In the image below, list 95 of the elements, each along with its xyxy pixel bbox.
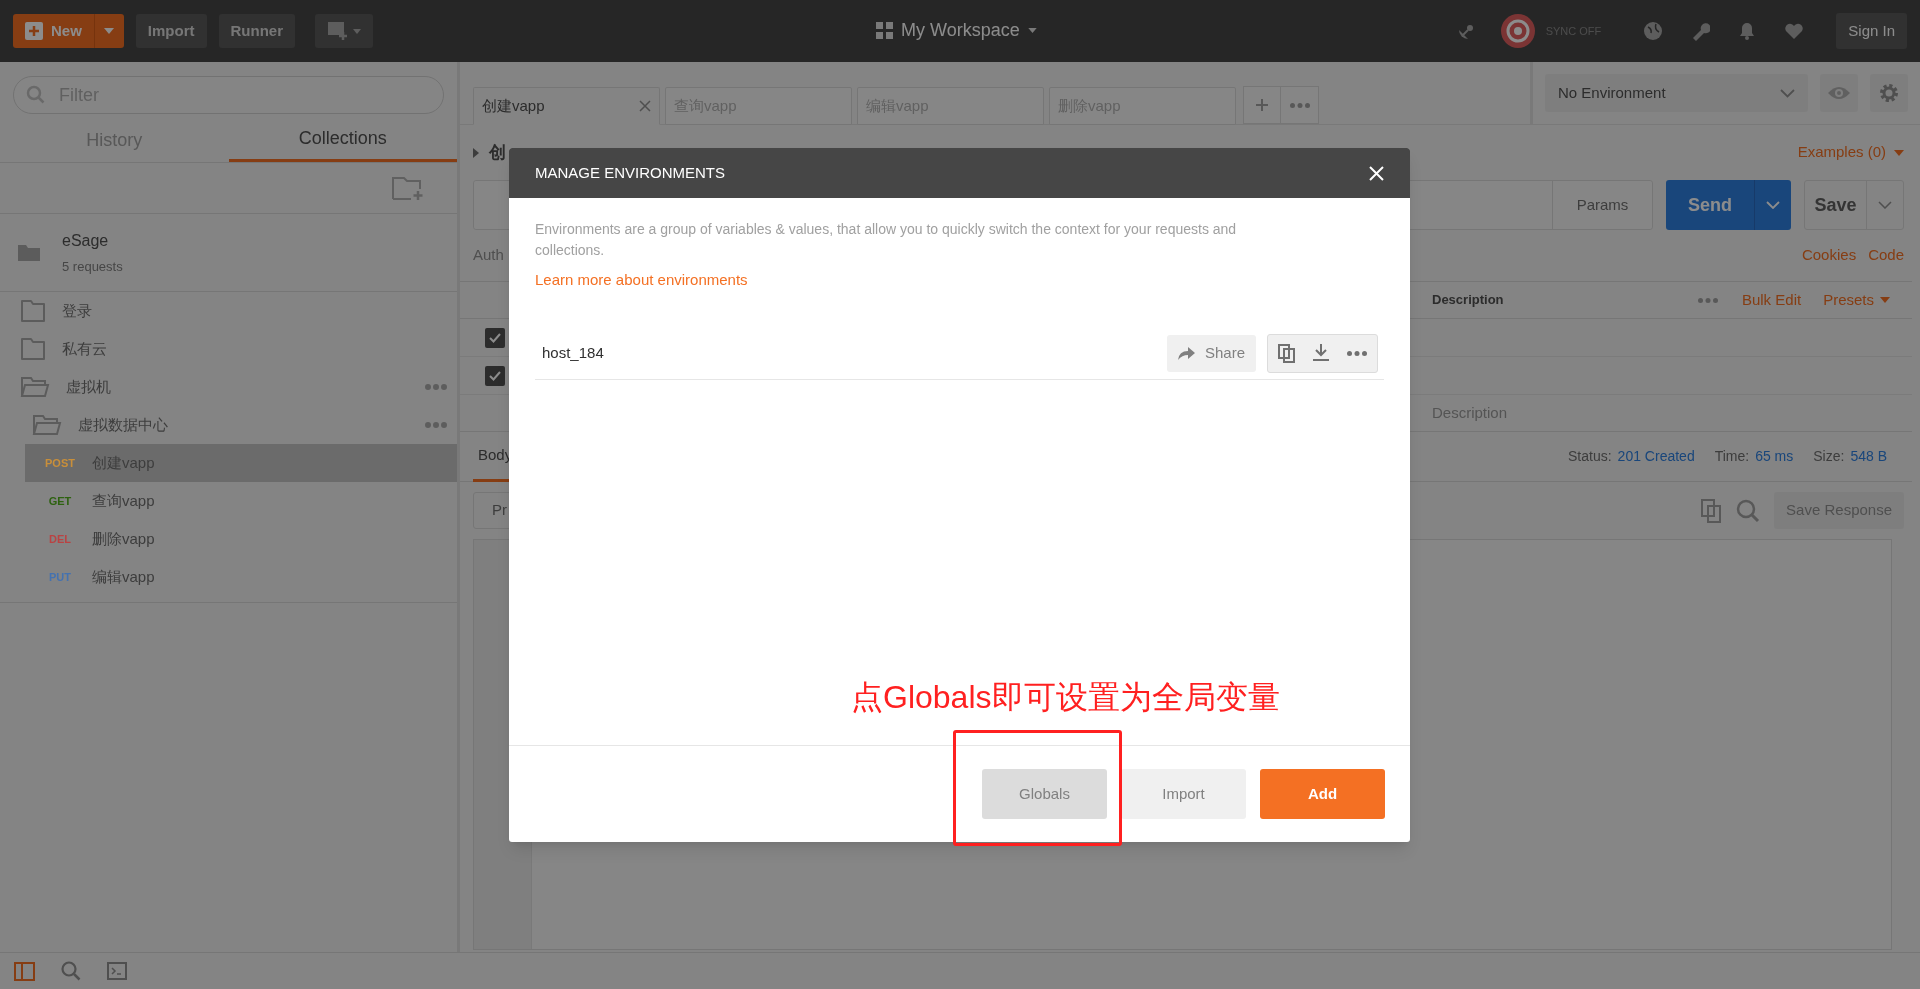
stat-label: Status:: [1568, 447, 1612, 466]
modal-button[interactable]: Add: [1260, 769, 1385, 819]
stat-value: 201 Created: [1617, 447, 1695, 466]
caret-icon: [1880, 297, 1890, 303]
caret-icon: [1027, 28, 1037, 33]
folder-row[interactable]: 虚拟机: [0, 368, 457, 406]
eye-icon: [1827, 86, 1851, 100]
header-link[interactable]: Cookies: [1801, 244, 1857, 267]
request-count: 5 requests: [62, 257, 123, 276]
check-icon: [489, 332, 501, 343]
environment-select[interactable]: No Environment: [1545, 74, 1808, 112]
method-label: DEL: [48, 531, 72, 547]
folder-name: 私有云: [62, 338, 108, 359]
globe-icon[interactable]: [1643, 21, 1664, 41]
folder-row[interactable]: 登录: [0, 292, 457, 330]
search-icon[interactable]: [61, 961, 81, 981]
save-button[interactable]: Save: [1804, 180, 1904, 230]
check-icon: [489, 370, 501, 381]
request-row[interactable]: PUT 编辑vapp: [25, 558, 457, 596]
toolbar-button[interactable]: Runner: [218, 14, 295, 48]
copy-icon[interactable]: [1701, 498, 1723, 523]
method-label: PUT: [48, 569, 72, 585]
search-icon: [26, 85, 46, 105]
new-folder-icon[interactable]: [392, 175, 424, 201]
sidebar-toggle-icon[interactable]: [14, 961, 35, 981]
stat-value: 65 ms: [1755, 447, 1794, 466]
request-name: 删除vapp: [92, 528, 155, 549]
method-label: GET: [47, 493, 73, 509]
grid-icon: [876, 22, 893, 39]
folder-row[interactable]: 私有云: [0, 330, 457, 368]
stat-value: 548 B: [1850, 447, 1887, 466]
learn-more-link[interactable]: Learn more about environments: [535, 269, 748, 292]
eye-button[interactable]: [1820, 74, 1858, 112]
modal-button[interactable]: Globals: [982, 769, 1107, 819]
sync-icon[interactable]: [1499, 13, 1536, 49]
console-icon[interactable]: [107, 962, 127, 980]
params-button[interactable]: Params: [1552, 181, 1652, 229]
settings-button[interactable]: [1870, 74, 1908, 112]
chevron-down-icon: [1878, 201, 1892, 209]
request-name: 查询vapp: [92, 490, 155, 511]
folder-icon: [18, 244, 40, 261]
folder-name: 虚拟机: [66, 376, 112, 397]
stat-label: Time:: [1714, 447, 1750, 466]
more-icon[interactable]: [1697, 297, 1718, 303]
request-tab[interactable]: 创建vapp: [473, 87, 660, 125]
request-row[interactable]: DEL 删除vapp: [25, 520, 457, 558]
environment-row[interactable]: host_184 Share: [535, 327, 1384, 380]
plus-icon: [25, 22, 43, 40]
column-header: Description: [1431, 291, 1505, 310]
environment-name: host_184: [542, 342, 604, 363]
copy-icon[interactable]: [1278, 343, 1295, 363]
toolbar-button[interactable]: Import: [135, 14, 207, 48]
stat-label: Size:: [1813, 447, 1845, 466]
method-label: POST: [44, 455, 76, 471]
modal-description: Environments are a group of variables & values, that allow you to quickly switch the context for your requests and collections.: [535, 220, 1238, 260]
examples-button[interactable]: Examples (0): [1797, 141, 1904, 164]
download-icon[interactable]: [1313, 344, 1329, 362]
more-icon[interactable]: [425, 384, 447, 390]
caret-right-icon: [473, 147, 479, 158]
checkbox[interactable]: [485, 365, 505, 386]
plus-icon: [1256, 99, 1268, 111]
modal-title: MANAGE ENVIRONMENTS: [535, 162, 726, 183]
chevron-down-icon: [1766, 201, 1780, 209]
new-window-button[interactable]: [315, 14, 373, 48]
heart-icon[interactable]: [1784, 21, 1805, 41]
folder-name: 登录: [62, 300, 93, 321]
new-button[interactable]: New: [13, 14, 124, 48]
settings-icon: [1878, 82, 1900, 104]
request-name: 编辑vapp: [92, 566, 155, 587]
send-button[interactable]: Send: [1666, 180, 1791, 230]
more-icon[interactable]: [1347, 350, 1367, 356]
chevron-down-icon: [1780, 88, 1795, 98]
collection-name: eSage: [62, 230, 110, 251]
folder-row[interactable]: 虚拟数据中心: [0, 406, 457, 444]
share-button[interactable]: Share: [1166, 334, 1256, 372]
caret-icon: [104, 28, 115, 34]
sign-in-button[interactable]: Sign In: [1836, 13, 1907, 49]
header-link[interactable]: Code: [1868, 244, 1904, 267]
more-icon[interactable]: [425, 422, 447, 428]
search-icon[interactable]: [1736, 498, 1761, 523]
annotation-text: 点Globals即可设置为全局变量: [851, 678, 1280, 717]
request-row[interactable]: GET 查询vapp: [25, 482, 457, 520]
folder-name: 虚拟数据中心: [78, 414, 169, 435]
window-plus-icon: [327, 21, 349, 41]
request-title: 创: [489, 141, 506, 164]
share-arrow-icon: [1177, 346, 1195, 360]
bulk-edit-button[interactable]: Bulk Edit: [1741, 288, 1802, 312]
modal-button[interactable]: Import: [1121, 769, 1246, 819]
sidebar-tab[interactable]: Collections: [228, 118, 457, 162]
caret-icon: [1894, 149, 1904, 156]
workspace-switcher[interactable]: My Workspace: [876, 17, 1037, 44]
more-icon: [1289, 102, 1310, 108]
presets-button[interactable]: Presets: [1823, 288, 1890, 312]
caret-icon: [353, 28, 361, 34]
checkbox[interactable]: [485, 327, 505, 348]
